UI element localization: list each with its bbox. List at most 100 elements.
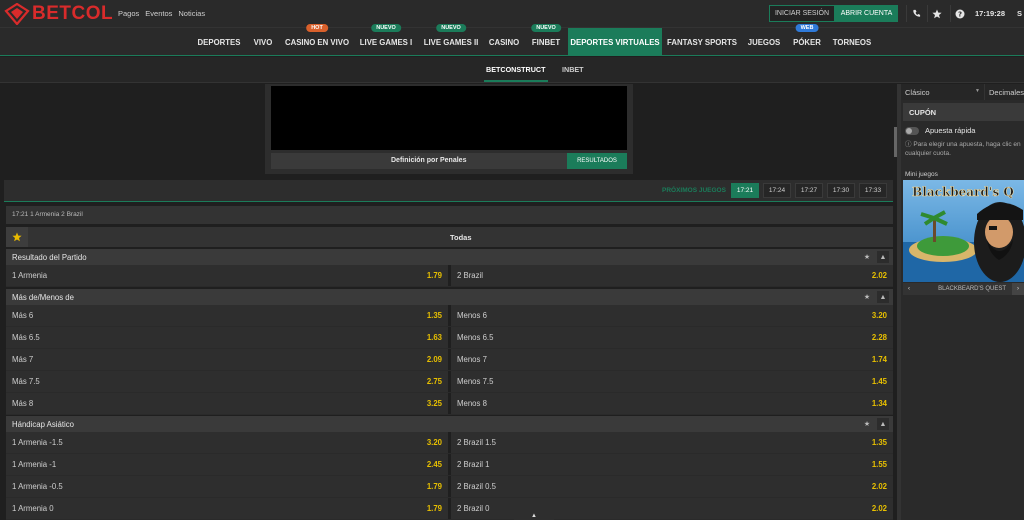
nav-live-games-1[interactable]: NUEVO LIVE GAMES I [357,24,415,56]
star-icon [932,9,942,18]
nav-juegos[interactable]: JUEGOS [745,28,783,56]
odd-cell[interactable]: Menos 8 1.34 [451,393,893,414]
odd-cell[interactable]: 2 Brazil 2.02 [451,265,893,286]
scrollbar-thumb[interactable] [894,127,897,157]
top-header: BETCOL Pagos Eventos Noticias INICIAR SE… [0,0,1024,28]
pin-star-icon[interactable]: ★ [861,251,873,263]
phone-icon [912,9,920,17]
link-eventos[interactable]: Eventos [145,9,172,18]
odd-cell[interactable]: 2 Brazil 1 1.55 [451,454,893,475]
all-markets-tab[interactable]: Todas [450,233,472,242]
market-row: 1 Armenia 0 1.79 2 Brazil 0 2.02 [6,498,893,520]
odd-cell[interactable]: Más 8 3.25 [6,393,448,414]
link-pagos[interactable]: Pagos [118,9,139,18]
nav-casino-en-vivo[interactable]: HOT CASINO EN VIVO [282,24,352,56]
market-header[interactable]: Más de/Menos de ★ ▲ [6,289,893,305]
help-icon: ? [955,9,965,18]
logo[interactable]: BETCOL [4,3,113,25]
chevron-left-icon[interactable]: ‹ [903,286,915,292]
quick-bet-toggle[interactable] [905,126,919,135]
odd-cell[interactable]: Más 6.5 1.63 [6,327,448,348]
scroll-top-button[interactable]: ▲ [514,512,554,520]
svg-text:?: ? [958,10,962,18]
nav-deportes[interactable]: DEPORTES [193,28,245,56]
market-row: 1 Armenia -1.5 3.20 2 Brazil 1.5 1.35 [6,432,893,454]
odd-cell[interactable]: Menos 6.5 2.28 [451,327,893,348]
odd-cell[interactable]: Menos 6 3.20 [451,305,893,326]
market-filter: Todas [6,227,893,247]
collapse-icon[interactable]: ▲ [877,418,889,430]
nav-live-games-2[interactable]: NUEVO LIVE GAMES II [421,24,481,56]
blackbeard-quest-artwork-icon: Blackbeard's Q [903,180,1024,282]
results-button[interactable]: RESULTADOS [567,153,627,169]
market-row: Más 7.5 2.75 Menos 7.5 1.45 [6,371,893,393]
market-row: Más 7 2.09 Menos 7 1.74 [6,349,893,371]
market-match-result: Resultado del Partido ★ ▲ 1 Armenia 1.79 2… [6,249,893,287]
odd-cell[interactable]: 2 Brazil 0.5 2.02 [451,476,893,497]
betslip-sidebar: Clásico ▼ Decimales CUPÓN Apuesta rápida … [901,84,1024,520]
collapse-icon[interactable]: ▲ [877,251,889,263]
tab-inbet[interactable]: INBET [562,65,584,74]
upcoming-label: PRÓXIMOS JUEGOS [662,187,726,194]
match-info: 17:21 1 Armenia 2 Brazil [6,206,893,224]
caret-down-icon: ▼ [975,88,980,94]
video-stream[interactable] [271,86,627,150]
favorites-filter[interactable] [6,227,28,247]
time-slot[interactable]: 17:21 [731,183,759,198]
odd-cell[interactable]: Menos 7 1.74 [451,349,893,370]
video-bar: Definición por Penales RESULTADOS [271,153,627,169]
odd-cell[interactable]: 1 Armenia -1 2.45 [6,454,448,475]
provider-tabs: BETCONSTRUCT INBET [0,57,1024,83]
help-button[interactable]: ? [950,5,969,22]
quick-bet: Apuesta rápida [905,126,975,135]
nav-poker[interactable]: WEB PÓKER [789,24,825,56]
odd-cell[interactable]: Más 7.5 2.75 [6,371,448,392]
odds-format-select[interactable]: Decimales [985,84,1024,100]
star-icon [12,232,22,242]
odd-cell[interactable]: Menos 7.5 1.45 [451,371,893,392]
phone-button[interactable] [906,5,925,22]
logo-mark-icon [4,3,30,25]
login-button[interactable]: INICIAR SESIÓN [769,5,835,22]
nav-deportes-virtuales[interactable]: DEPORTES VIRTUALES [568,28,662,56]
favorites-button[interactable] [927,5,946,22]
chevron-right-icon[interactable]: › [1012,283,1024,295]
market-row: Más 6.5 1.63 Menos 6.5 2.28 [6,327,893,349]
odd-cell[interactable]: 1 Armenia 0 1.79 [6,498,448,519]
time-slot[interactable]: 17:27 [795,183,823,198]
nav-finbet[interactable]: NUEVO FINBET [528,24,564,56]
video-title: Definición por Penales [391,157,467,164]
odd-cell[interactable]: 1 Armenia -0.5 1.79 [6,476,448,497]
time-slot[interactable]: 17:33 [859,183,887,198]
nav-fantasy-sports[interactable]: FANTASY SPORTS [666,28,738,56]
market-header[interactable]: Hándicap Asiático ★ ▲ [6,416,893,432]
time-slot[interactable]: 17:24 [763,183,791,198]
market-row: Más 6 1.35 Menos 6 3.20 [6,305,893,327]
pin-star-icon[interactable]: ★ [861,291,873,303]
market-header[interactable]: Resultado del Partido ★ ▲ [6,249,893,265]
odd-cell[interactable]: Más 6 1.35 [6,305,448,326]
odd-cell[interactable]: 1 Armenia 1.79 [6,265,448,286]
nav-vivo[interactable]: VIVO [248,28,278,56]
collapse-icon[interactable]: ▲ [877,291,889,303]
main-nav: DEPORTES VIVO HOT CASINO EN VIVO NUEVO LIV… [0,24,1024,56]
register-button[interactable]: ABRIR CUENTA [835,5,898,22]
pin-star-icon[interactable]: ★ [861,418,873,430]
link-noticias[interactable]: Noticias [178,9,205,18]
market-row: 1 Armenia 1.79 2 Brazil 2.02 [6,265,893,287]
user-menu[interactable]: S [1017,9,1022,18]
nav-casino[interactable]: CASINO [486,28,522,56]
market-asian-handicap: Hándicap Asiático ★ ▲ 1 Armenia -1.5 3.20 … [6,416,893,520]
mini-game-footer: ‹ BLACKBEARD'S QUEST › [903,283,1024,295]
svg-text:Blackbeard's Q: Blackbeard's Q [912,185,1014,199]
tab-betconstruct[interactable]: BETCONSTRUCT [484,65,547,82]
odd-cell[interactable]: Más 7 2.09 [6,349,448,370]
nav-torneos[interactable]: TORNEOS [830,28,874,56]
odd-cell[interactable]: 1 Armenia -1.5 3.20 [6,432,448,453]
new-badge: NUEVO [371,24,401,32]
view-mode-select[interactable]: Clásico ▼ [901,84,985,100]
coupon-header[interactable]: CUPÓN [903,103,1024,121]
time-slot[interactable]: 17:30 [827,183,855,198]
odd-cell[interactable]: 2 Brazil 1.5 1.35 [451,432,893,453]
mini-game-banner[interactable]: Blackbeard's Q [903,180,1024,282]
